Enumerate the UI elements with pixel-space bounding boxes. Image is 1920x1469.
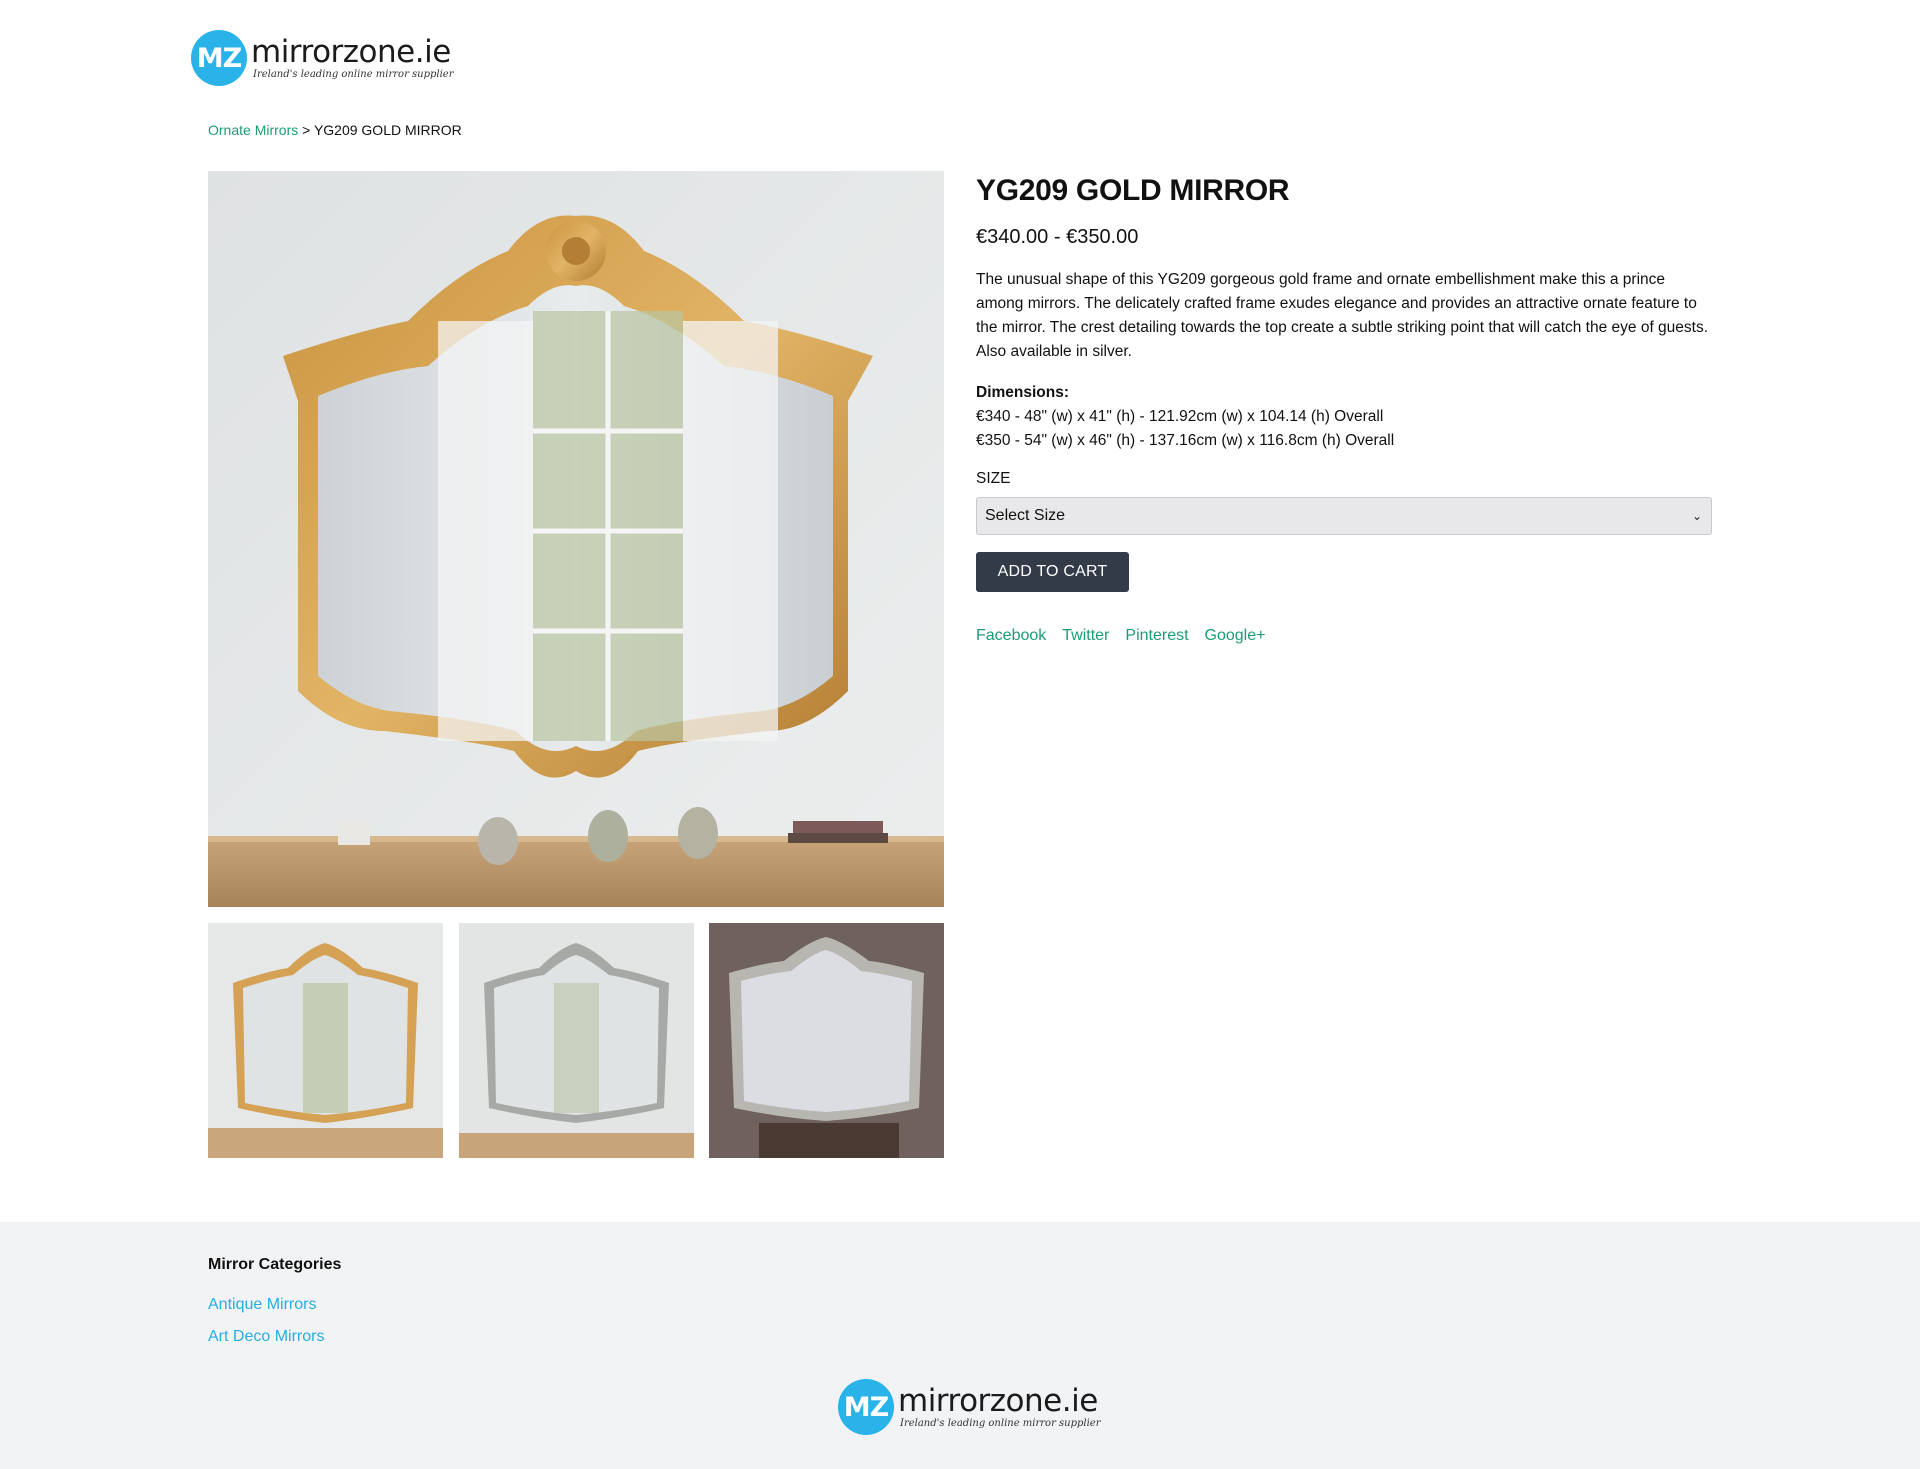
size-select-value: Select Size [985, 507, 1066, 524]
breadcrumb-link-ornate-mirrors[interactable]: Ornate Mirrors [208, 122, 298, 138]
footer-logo-tagline: Ireland's leading online mirror supplier [900, 1417, 1101, 1429]
share-google-plus-link[interactable]: Google+ [1205, 627, 1266, 645]
size-label: SIZE [976, 470, 1011, 487]
gold-ornate-mirror-photo [208, 171, 944, 907]
gold-mirror-thumbnail [208, 923, 443, 1158]
thumbnail-gold-mirror[interactable] [208, 923, 443, 1158]
logo-name: mirrorzone.ie [251, 33, 451, 70]
dimensions-label: Dimensions: [976, 384, 1070, 401]
main-product-image[interactable] [208, 171, 944, 907]
dimension-line: €340 - 48" (w) x 41" (h) - 121.92cm (w) … [976, 408, 1384, 425]
thumbnail-silver-mirror-dark-wall[interactable] [709, 923, 944, 1158]
logo-text: mirrorzone.ie Ireland's leading online m… [251, 33, 454, 80]
product-title: YG209 GOLD MIRROR [976, 174, 1290, 207]
thumbnail-silver-mirror-window[interactable] [459, 923, 694, 1158]
breadcrumb-current: YG209 GOLD MIRROR [313, 122, 462, 138]
silver-mirror-dark-wall-thumbnail [709, 923, 944, 1158]
breadcrumb-separator: > [298, 122, 314, 138]
product-description: The unusual shape of this YG209 gorgeous… [976, 271, 1709, 360]
add-to-cart-button[interactable]: ADD TO CART [976, 552, 1129, 592]
footer-logo-text: mirrorzone.ie Ireland's leading online m… [898, 1382, 1101, 1429]
share-links: Facebook Twitter Pinterest Google+ [976, 627, 1712, 645]
share-pinterest-link[interactable]: Pinterest [1125, 627, 1188, 645]
footer-link-antique-mirrors[interactable]: Antique Mirrors [208, 1296, 316, 1314]
chevron-down-icon: ⌄ [1691, 509, 1702, 523]
silver-mirror-window-thumbnail [459, 923, 694, 1158]
logo-badge: MZ [191, 30, 247, 86]
footer-categories-heading: Mirror Categories [208, 1256, 342, 1273]
dimension-line: €350 - 54" (w) x 46" (h) - 137.16cm (w) … [976, 432, 1395, 449]
share-facebook-link[interactable]: Facebook [976, 627, 1046, 645]
product-info: YG209 GOLD MIRROR €340.00 - €350.00 The … [976, 171, 1712, 645]
footer-link-art-deco-mirrors[interactable]: Art Deco Mirrors [208, 1328, 324, 1346]
product-price: €340.00 - €350.00 [976, 226, 1139, 248]
product-dimensions: Dimensions: €340 - 48" (w) x 41" (h) - 1… [976, 381, 1712, 453]
site-logo[interactable]: MZ mirrorzone.ie Ireland's leading onlin… [191, 30, 454, 86]
logo-tagline: Ireland's leading online mirror supplier [253, 68, 454, 80]
footer-logo[interactable]: MZ mirrorzone.ie Ireland's leading onlin… [838, 1379, 1101, 1435]
breadcrumb: Ornate Mirrors > YG209 GOLD MIRROR [208, 122, 462, 138]
share-twitter-link[interactable]: Twitter [1062, 627, 1109, 645]
size-select[interactable]: Select Size ⌄ [976, 497, 1712, 535]
footer-logo-badge: MZ [838, 1379, 894, 1435]
footer-logo-name: mirrorzone.ie [898, 1382, 1098, 1419]
